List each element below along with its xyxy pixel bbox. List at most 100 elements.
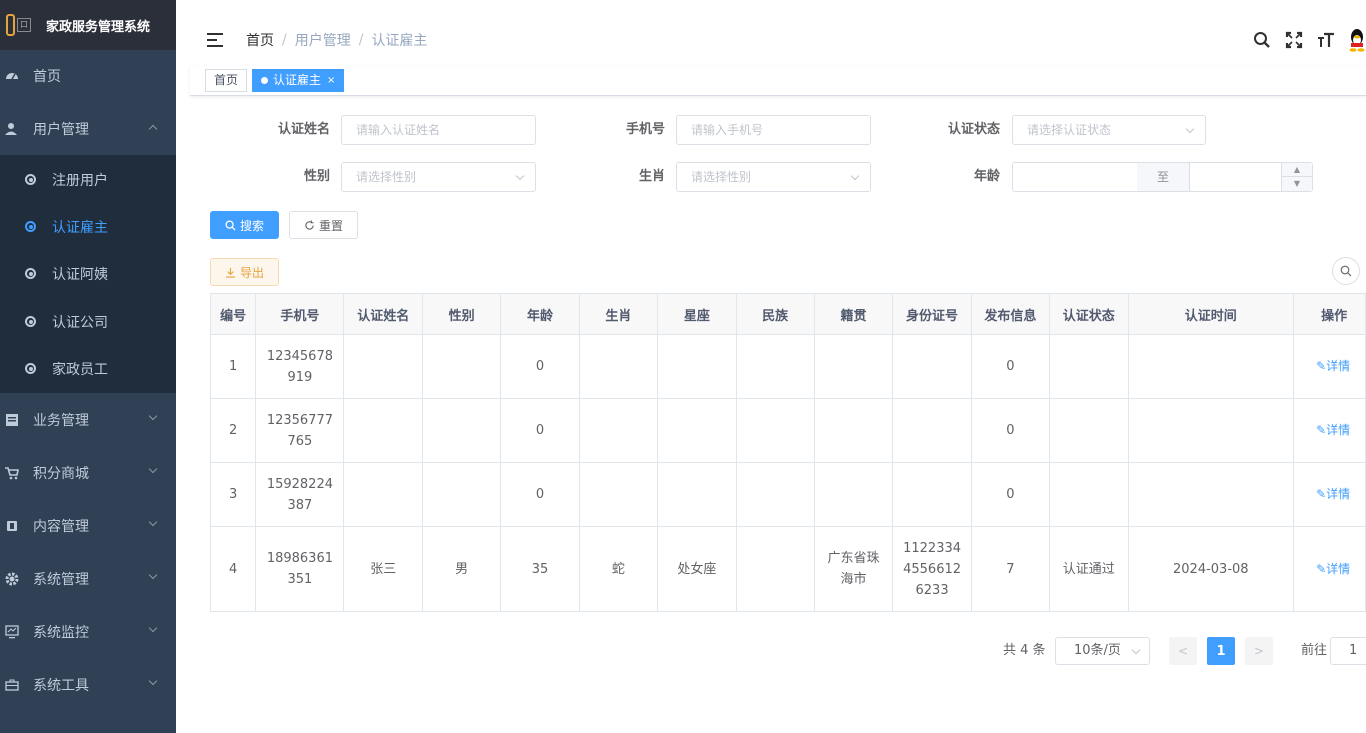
- table-cell: 3: [209, 462, 257, 527]
- sidebar-item-system-management[interactable]: 系统管理: [0, 554, 176, 604]
- table-cell: [1049, 398, 1129, 463]
- column-header: 操作: [1293, 293, 1366, 335]
- sidebar-item-points-mall[interactable]: 积分商城: [0, 448, 176, 498]
- chevron-down-icon: [515, 171, 525, 181]
- search-button[interactable]: 搜索: [210, 211, 279, 239]
- column-header: 民族: [736, 293, 815, 335]
- edit-icon: ✎: [1316, 561, 1327, 576]
- chevron-down-icon: [148, 570, 158, 580]
- reset-button[interactable]: 重置: [289, 211, 358, 239]
- table-cell: [579, 398, 659, 463]
- fullscreen-icon[interactable]: [1284, 30, 1304, 50]
- table-cell: 7: [971, 526, 1051, 612]
- sidebar-logo[interactable]: 口 家政服务管理系统: [0, 0, 176, 50]
- age-min-input[interactable]: [1012, 162, 1138, 192]
- breadcrumb-user-management[interactable]: 用户管理: [295, 30, 351, 50]
- toolbox-icon: [5, 678, 19, 692]
- sidebar-item-system-tools[interactable]: 系统工具: [0, 660, 176, 710]
- table-cell: 处女座: [657, 526, 737, 612]
- column-header: 年龄: [500, 293, 580, 335]
- detail-link[interactable]: ✎详情: [1316, 562, 1350, 576]
- sidebar-item-system-monitor[interactable]: 系统监控: [0, 607, 176, 657]
- column-header: 星座: [657, 293, 737, 335]
- pagination-total: 共 4 条: [1003, 643, 1046, 658]
- sidebar-item-business-management[interactable]: 业务管理: [0, 395, 176, 445]
- table-header-row: 编号 手机号 认证姓名 性别 年龄 生肖 星座 民族 籍贯 身份证号 发布信息 …: [209, 293, 1366, 335]
- sidebar-item-certified-company[interactable]: 认证公司: [0, 298, 176, 345]
- sidebar-item-certified-aunt[interactable]: 认证阿姨: [0, 250, 176, 297]
- table-cell: [1128, 462, 1295, 527]
- toggle-search-button[interactable]: [1332, 257, 1360, 285]
- detail-link[interactable]: ✎详情: [1316, 359, 1350, 373]
- phone-input[interactable]: [691, 117, 870, 143]
- close-icon[interactable]: ×: [327, 70, 335, 91]
- stepper-down-icon[interactable]: ▼: [1282, 177, 1312, 191]
- age-label: 年龄: [973, 169, 1000, 184]
- cart-icon: [5, 466, 19, 480]
- next-page-button[interactable]: >: [1245, 637, 1273, 665]
- table-cell: [892, 334, 972, 399]
- stepper-controls: ▲ ▼: [1281, 163, 1312, 191]
- sidebar-item-user-management[interactable]: 用户管理: [0, 104, 176, 154]
- table-cell: 35: [500, 526, 580, 612]
- table-cell: [343, 462, 423, 527]
- breadcrumb-home[interactable]: 首页: [246, 30, 274, 50]
- name-field[interactable]: [341, 115, 536, 145]
- table-cell: 12356777765: [255, 398, 345, 463]
- sidebar-item-certified-employer[interactable]: 认证雇主: [0, 203, 176, 250]
- gear-icon: [5, 572, 19, 586]
- sidebar-item-content-management[interactable]: 内容管理: [0, 501, 176, 551]
- table-cell: 4: [209, 526, 257, 612]
- sidebar-item-domestic-staff[interactable]: 家政员工: [0, 345, 176, 392]
- gender-placeholder: 请选择性别: [356, 170, 417, 184]
- sidebar-item-label: 认证阿姨: [52, 266, 108, 283]
- table-cell: [422, 462, 502, 527]
- phone-field[interactable]: [676, 115, 871, 145]
- avatar[interactable]: [1348, 28, 1366, 52]
- sidebar-item-label: 认证公司: [52, 314, 108, 331]
- active-dot-icon: [261, 77, 269, 84]
- prev-page-button[interactable]: <: [1169, 637, 1197, 665]
- edit-icon: ✎: [1316, 359, 1327, 373]
- download-icon: [225, 267, 236, 278]
- name-label: 认证姓名: [277, 122, 330, 137]
- table-cell: [892, 462, 972, 527]
- dashboard-icon: [5, 69, 19, 83]
- table-cell: [736, 398, 815, 463]
- breadcrumb: 首页 / 用户管理 / 认证雇主: [246, 30, 427, 50]
- table-cell: [657, 334, 737, 399]
- status-select[interactable]: 请选择认证状态: [1012, 115, 1206, 145]
- column-header: 认证姓名: [343, 293, 423, 335]
- zodiac-label: 生肖: [638, 169, 665, 184]
- goto-page-input[interactable]: 1: [1330, 637, 1366, 665]
- tag-home[interactable]: 首页: [205, 69, 248, 92]
- sidebar-item-label: 注册用户: [52, 172, 108, 189]
- export-button[interactable]: 导出: [210, 258, 279, 286]
- name-input[interactable]: [356, 117, 535, 143]
- page-number-button[interactable]: 1: [1207, 637, 1235, 665]
- age-max-stepper[interactable]: ▲ ▼: [1189, 162, 1313, 192]
- monitor-icon: [5, 625, 19, 639]
- page-size-select[interactable]: 10条/页: [1055, 637, 1150, 665]
- detail-link[interactable]: ✎详情: [1316, 487, 1350, 501]
- employer-table: 编号 手机号 认证姓名 性别 年龄 生肖 星座 民族 籍贯 身份证号 发布信息 …: [209, 293, 1366, 612]
- hamburger-icon[interactable]: [207, 33, 223, 47]
- table-cell: ✎详情: [1293, 398, 1366, 463]
- gender-select[interactable]: 请选择性别: [341, 162, 536, 192]
- zodiac-select[interactable]: 请选择性别: [676, 162, 871, 192]
- table-cell: 0: [971, 398, 1051, 463]
- table-cell: 蛇: [579, 526, 659, 612]
- sidebar-item-home[interactable]: 首页: [0, 51, 176, 101]
- app-title: 家政服务管理系统: [46, 19, 151, 35]
- chevron-up-icon: [148, 124, 158, 134]
- tag-label: 首页: [214, 73, 239, 87]
- search-icon[interactable]: [1252, 30, 1272, 50]
- gender-label: 性别: [303, 169, 330, 184]
- font-size-icon[interactable]: [1316, 30, 1336, 50]
- navbar: 首页 / 用户管理 / 认证雇主: [190, 18, 1366, 62]
- sidebar-item-registered-users[interactable]: 注册用户: [0, 156, 176, 203]
- detail-link[interactable]: ✎详情: [1316, 423, 1350, 437]
- sidebar-item-label: 系统管理: [33, 572, 89, 588]
- chevron-down-icon: [148, 676, 158, 686]
- tag-certified-employer[interactable]: 认证雇主 ×: [252, 69, 345, 92]
